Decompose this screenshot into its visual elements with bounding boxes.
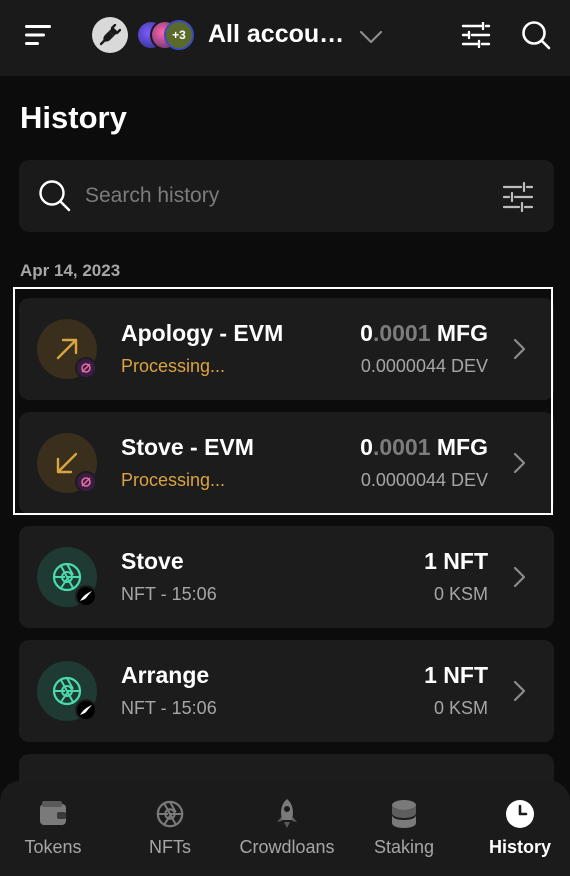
- search-button[interactable]: [516, 15, 556, 55]
- kusama-icon: [75, 585, 97, 607]
- wallet-icon: [36, 797, 70, 831]
- amount-integer: 0: [360, 320, 373, 346]
- amount-symbol: MFG: [430, 434, 488, 460]
- transaction-status: Processing...: [121, 356, 226, 376]
- nav-tab-label: Crowdloans: [239, 837, 335, 857]
- account-selector-label[interactable]: All accou…: [208, 20, 344, 49]
- history-item[interactable]: Apology - EVM Processing... 0.0001 MFG 0…: [19, 298, 554, 400]
- chevron-right-icon: [513, 338, 526, 360]
- plug-icon: [99, 24, 121, 46]
- transaction-title: Apology - EVM: [121, 320, 284, 346]
- transaction-title: Stove - EVM: [121, 434, 254, 460]
- filter-icon[interactable]: [501, 180, 535, 214]
- menu-icon: [25, 25, 51, 45]
- amount-fraction: .0001: [372, 434, 431, 460]
- amount-fraction: .0001: [372, 320, 431, 346]
- chevron-down-icon: [359, 30, 383, 44]
- history-item[interactable]: Arrange NFT - 15:06 1 NFT 0 KSM: [19, 640, 554, 742]
- transaction-subtitle: NFT - 15:06: [121, 584, 217, 604]
- account-dropdown-button[interactable]: [356, 22, 386, 52]
- database-icon: [387, 797, 421, 831]
- more-accounts-badge: +3: [164, 20, 194, 50]
- search-icon: [39, 180, 71, 212]
- transaction-status: Processing...: [121, 470, 226, 490]
- nav-tab-nfts[interactable]: NFTs: [140, 781, 200, 876]
- nav-tab-label: Tokens: [24, 837, 82, 857]
- customize-button[interactable]: [456, 15, 496, 55]
- transaction-title: Arrange: [121, 662, 210, 688]
- transaction-fee: 0 KSM: [433, 698, 488, 718]
- rocket-icon: [270, 797, 304, 831]
- top-header: +3 All accou…: [0, 0, 570, 76]
- amount-integer: 0: [360, 434, 373, 460]
- nav-tab-label: History: [488, 837, 551, 857]
- amount-symbol: MFG: [430, 320, 488, 346]
- date-group-header: Apr 14, 2023: [20, 261, 121, 280]
- page-title: History: [20, 100, 127, 135]
- nav-tab-staking[interactable]: Staking: [364, 781, 444, 876]
- transaction-amount: 0.0001 MFG: [360, 320, 488, 347]
- chevron-right-icon: [513, 452, 526, 474]
- search-icon: [522, 21, 551, 50]
- nav-tab-history[interactable]: History: [484, 781, 556, 876]
- transaction-title: Stove: [121, 548, 184, 574]
- moonbase-icon: [75, 471, 97, 493]
- kusama-icon: [75, 699, 97, 721]
- tune-icon: [461, 22, 491, 48]
- menu-button[interactable]: [18, 15, 58, 55]
- search-history-input[interactable]: [85, 178, 465, 214]
- transaction-amount: 1 NFT: [424, 662, 488, 688]
- search-history-box[interactable]: [19, 160, 554, 232]
- arrow-up-right-icon: [56, 338, 78, 360]
- chevron-right-icon: [513, 680, 526, 702]
- aperture-icon: [153, 797, 187, 831]
- nav-tab-crowdloans[interactable]: Crowdloans: [232, 781, 342, 876]
- transaction-amount: 0.0001 MFG: [360, 434, 488, 461]
- transaction-amount: 1 NFT: [424, 548, 488, 574]
- nav-tab-label: Staking: [373, 837, 435, 857]
- connect-button[interactable]: [92, 17, 128, 53]
- transaction-fee: 0 KSM: [433, 584, 488, 604]
- nav-tab-tokens[interactable]: Tokens: [14, 781, 92, 876]
- account-avatars[interactable]: +3: [136, 18, 196, 52]
- transaction-fee: 0.0000044 DEV: [360, 356, 488, 376]
- history-item[interactable]: Stove NFT - 15:06 1 NFT 0 KSM: [19, 526, 554, 628]
- transaction-fee: 0.0000044 DEV: [360, 470, 488, 490]
- chevron-right-icon: [513, 566, 526, 588]
- history-item[interactable]: Stove - EVM Processing... 0.0001 MFG 0.0…: [19, 412, 554, 514]
- transaction-subtitle: NFT - 15:06: [121, 698, 217, 718]
- bottom-navigation: Tokens NFTs Crowdloans Staking History: [0, 781, 570, 876]
- nav-tab-label: NFTs: [149, 837, 191, 857]
- moonbase-icon: [75, 357, 97, 379]
- arrow-down-left-icon: [56, 452, 78, 474]
- clock-icon: [503, 797, 537, 831]
